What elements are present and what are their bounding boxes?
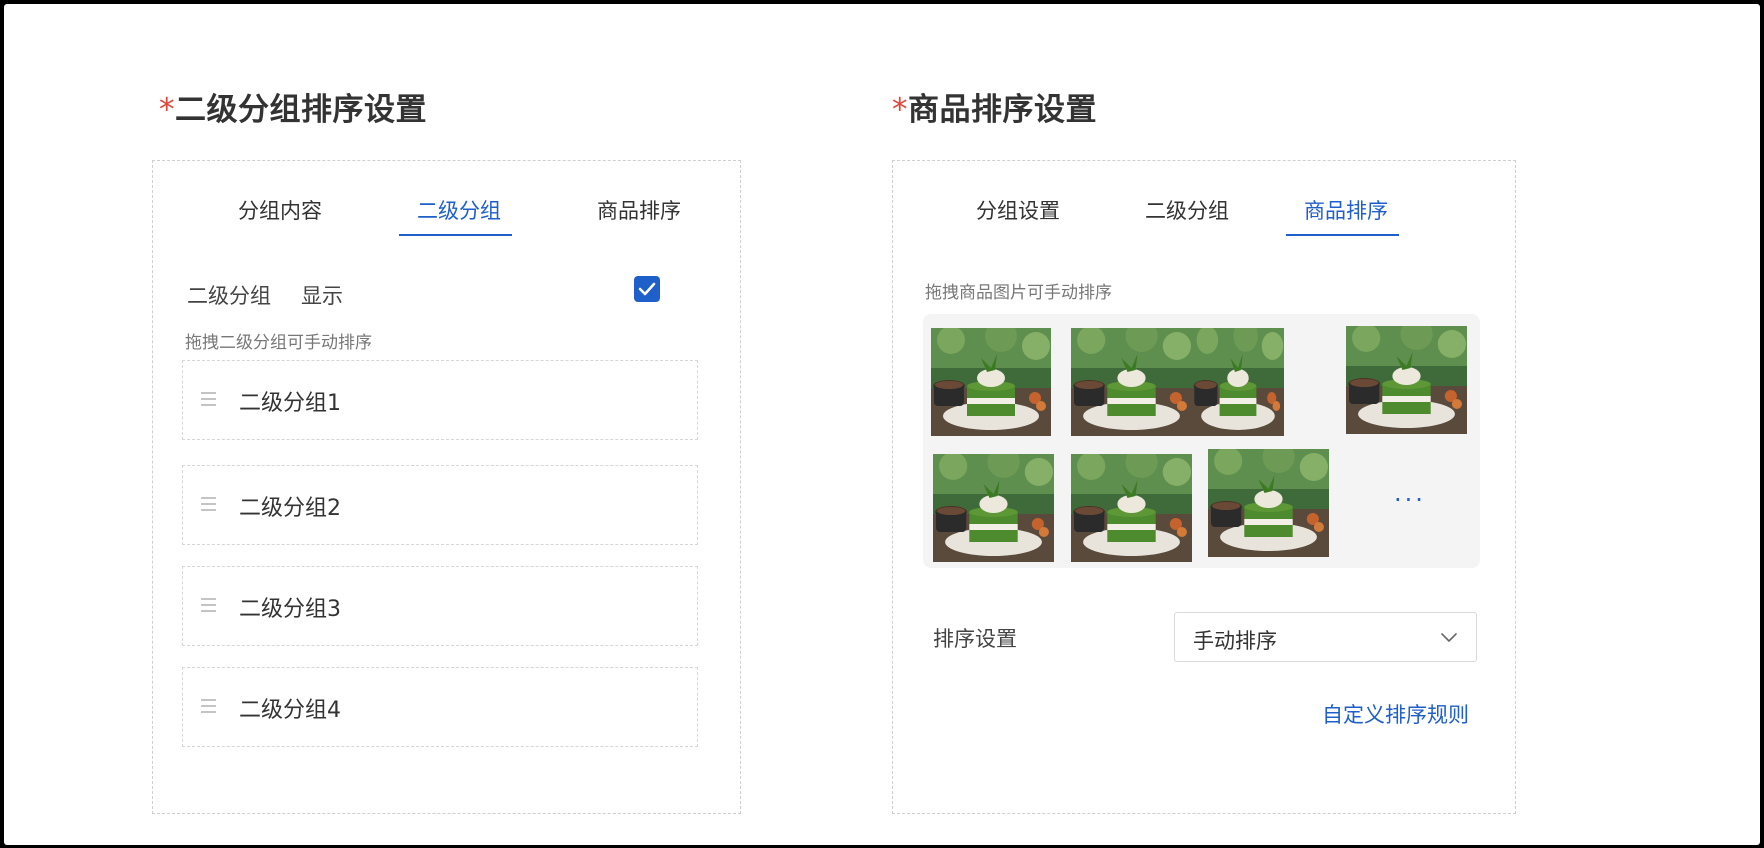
secondary-group-label: 二级分组 xyxy=(187,284,271,308)
product-image xyxy=(1208,449,1329,557)
product-thumbnail[interactable] xyxy=(1208,449,1329,557)
right-title-text: 商品排序设置 xyxy=(908,92,1097,128)
active-tab-indicator xyxy=(1286,234,1399,236)
product-thumbnail[interactable] xyxy=(931,328,1051,436)
product-thumbnail[interactable] xyxy=(1346,326,1467,434)
custom-sort-rule-link[interactable]: 自定义排序规则 xyxy=(1322,699,1469,729)
drag-handle-icon[interactable] xyxy=(201,598,216,612)
product-thumbnail[interactable] xyxy=(933,454,1054,562)
tab-group-content[interactable]: 分组内容 xyxy=(228,195,332,225)
required-mark: * xyxy=(159,92,175,128)
list-item[interactable]: 二级分组3 xyxy=(182,566,698,646)
drag-handle-icon[interactable] xyxy=(201,497,216,511)
product-image xyxy=(1071,454,1192,562)
list-item-label: 二级分组2 xyxy=(239,496,341,521)
required-mark: * xyxy=(892,92,908,128)
product-image xyxy=(933,454,1054,562)
drag-handle-icon[interactable] xyxy=(201,392,216,406)
product-image xyxy=(1192,328,1284,436)
product-image xyxy=(931,328,1051,436)
list-item[interactable]: 二级分组4 xyxy=(182,667,698,747)
chevron-down-icon xyxy=(1441,633,1457,642)
product-image xyxy=(1071,328,1192,436)
product-thumbnail[interactable] xyxy=(1192,328,1284,436)
left-title-text: 二级分组排序设置 xyxy=(175,92,427,128)
check-icon xyxy=(638,282,656,296)
list-item-label: 二级分组3 xyxy=(239,597,341,622)
tab-product-sort[interactable]: 商品排序 xyxy=(1294,195,1398,225)
sort-settings-label: 排序设置 xyxy=(933,627,1017,651)
left-section-title: *二级分组排序设置 xyxy=(159,84,427,129)
left-drag-hint: 拖拽二级分组可手动排序 xyxy=(185,333,372,353)
list-item-label: 二级分组1 xyxy=(239,391,341,416)
right-drag-hint: 拖拽商品图片可手动排序 xyxy=(925,283,1112,303)
show-label: 显示 xyxy=(301,284,343,308)
list-item[interactable]: 二级分组1 xyxy=(182,360,698,440)
active-tab-indicator xyxy=(399,234,512,236)
more-products-button[interactable]: ··· xyxy=(1394,486,1426,514)
tab-secondary-group[interactable]: 二级分组 xyxy=(407,195,511,225)
tab-group-settings[interactable]: 分组设置 xyxy=(966,195,1070,225)
right-section-title: *商品排序设置 xyxy=(892,84,1097,129)
product-thumbnail[interactable] xyxy=(1071,454,1192,562)
canvas: *二级分组排序设置 分组内容 二级分组 商品排序 二级分组 显示 拖拽二级分组可… xyxy=(4,4,1760,845)
tab-secondary-group[interactable]: 二级分组 xyxy=(1135,195,1239,225)
show-checkbox[interactable] xyxy=(634,276,660,302)
product-image xyxy=(1346,326,1467,434)
product-thumbnail[interactable] xyxy=(1071,328,1192,436)
tab-product-sort[interactable]: 商品排序 xyxy=(587,195,691,225)
list-item[interactable]: 二级分组2 xyxy=(182,465,698,545)
drag-handle-icon[interactable] xyxy=(201,699,216,713)
sort-mode-select[interactable]: 手动排序 xyxy=(1174,612,1477,662)
list-item-label: 二级分组4 xyxy=(239,698,341,723)
sort-mode-value: 手动排序 xyxy=(1193,629,1277,653)
